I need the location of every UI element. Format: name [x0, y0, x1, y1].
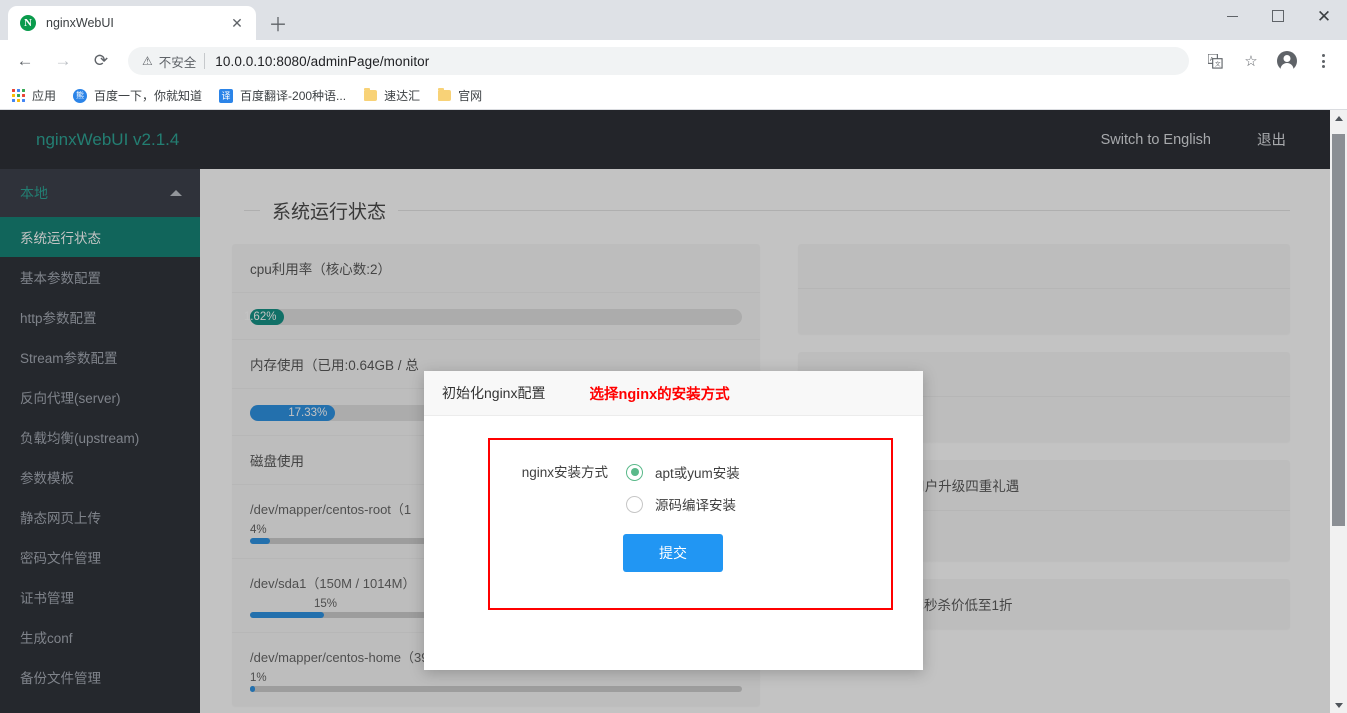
bookmark-baidu[interactable]: 熊 百度一下，你就知道: [72, 87, 202, 104]
scroll-up-arrow-icon[interactable]: [1330, 110, 1347, 127]
bookmark-label: 百度一下，你就知道: [94, 89, 203, 103]
radio-unchecked-icon[interactable]: [626, 495, 643, 513]
maximize-button[interactable]: [1255, 0, 1301, 32]
radio-checked-icon[interactable]: [626, 463, 643, 481]
browser-toolbar: ← → ⟳ ⚠ 不安全 10.0.0.10:8080/adminPage/mon…: [0, 40, 1347, 82]
bookmark-label: 官网: [458, 89, 483, 103]
bookmarks-bar: 应用 熊 百度一下，你就知道 译 百度翻译-200种语... 速达汇 官网: [0, 82, 1347, 110]
modal-header: 初始化nginx配置 选择nginx的安装方式: [424, 371, 923, 416]
init-nginx-modal: 初始化nginx配置 选择nginx的安装方式 nginx安装方式 apt或yu…: [424, 371, 923, 670]
apps-grid-icon: [10, 88, 26, 104]
bookmark-fanyi[interactable]: 译 百度翻译-200种语...: [218, 87, 346, 104]
translate-icon[interactable]: A文: [1200, 46, 1230, 76]
radio-source-compile[interactable]: 源码编译安装: [626, 494, 740, 514]
bookmark-label: 应用: [32, 89, 57, 103]
bookmark-label: 速达汇: [384, 89, 421, 103]
close-window-button[interactable]: ✕: [1301, 0, 1347, 32]
forward-icon[interactable]: →: [48, 46, 78, 76]
nginx-favicon-icon: N: [20, 15, 36, 31]
toolbar-right-icons: A文 ☆: [1197, 46, 1341, 76]
scrollbar-thumb[interactable]: [1332, 134, 1345, 526]
minimize-button[interactable]: [1209, 0, 1255, 32]
bookmark-label: 百度翻译-200种语...: [240, 89, 347, 103]
modal-body: nginx安装方式 apt或yum安装 源码编译安装 提交: [424, 416, 923, 610]
radio-label: 源码编译安装: [655, 498, 736, 513]
tab-title: nginxWebUI: [46, 16, 114, 30]
page-viewport: nginxWebUI v2.1.4 Switch to English 退出 本…: [0, 110, 1347, 713]
translate-bookmark-icon: 译: [218, 88, 234, 104]
bookmark-star-icon[interactable]: ☆: [1236, 46, 1266, 76]
url-text: 10.0.0.10:8080/adminPage/monitor: [215, 53, 430, 69]
window-controls: ✕: [1209, 0, 1347, 32]
page-scrollbar[interactable]: [1330, 110, 1347, 713]
address-bar[interactable]: ⚠ 不安全 10.0.0.10:8080/adminPage/monitor: [128, 47, 1189, 75]
install-method-box: nginx安装方式 apt或yum安装 源码编译安装 提交: [488, 438, 893, 610]
scroll-down-arrow-icon[interactable]: [1330, 697, 1347, 713]
install-method-form-row: nginx安装方式 apt或yum安装 源码编译安装: [490, 462, 891, 514]
radio-apt-yum[interactable]: apt或yum安装: [626, 462, 740, 482]
bookmark-apps[interactable]: 应用: [10, 87, 56, 104]
folder-icon: [362, 88, 378, 104]
modal-title: 初始化nginx配置: [442, 385, 546, 401]
modal-subtitle: 选择nginx的安装方式: [589, 386, 730, 403]
install-method-radios: apt或yum安装 源码编译安装: [626, 462, 740, 514]
not-secure-warning-icon: ⚠: [142, 54, 153, 68]
submit-button[interactable]: 提交: [623, 534, 723, 572]
bookmark-sudahui[interactable]: 速达汇: [362, 87, 420, 104]
browser-tab[interactable]: N nginxWebUI ✕: [8, 6, 256, 40]
close-tab-icon[interactable]: ✕: [228, 14, 246, 32]
security-label: 不安全: [158, 55, 197, 70]
new-tab-button[interactable]: ＋: [264, 9, 292, 37]
back-icon[interactable]: ←: [10, 46, 40, 76]
baidu-icon: 熊: [72, 88, 88, 104]
svg-text:文: 文: [1215, 60, 1221, 68]
radio-label: apt或yum安装: [655, 466, 740, 481]
omnibox-divider: [204, 53, 206, 69]
browser-titlebar: N nginxWebUI ✕ ＋ ✕: [0, 0, 1347, 40]
reload-icon[interactable]: ⟳: [86, 46, 116, 76]
bookmark-guanwang[interactable]: 官网: [436, 87, 482, 104]
install-method-label: nginx安装方式: [521, 465, 608, 480]
profile-avatar-icon[interactable]: [1272, 46, 1302, 76]
browser-menu-icon[interactable]: [1308, 46, 1338, 76]
folder-icon: [436, 88, 452, 104]
browser-window: N nginxWebUI ✕ ＋ ✕ ← → ⟳ ⚠ 不安全 10.0.0.10…: [0, 0, 1347, 713]
